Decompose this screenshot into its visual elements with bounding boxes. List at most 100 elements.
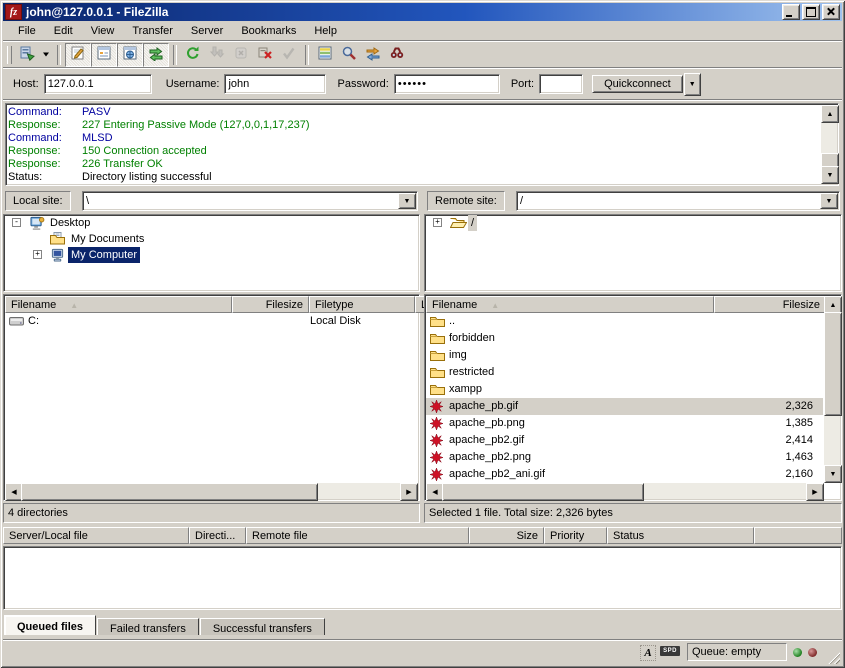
tree-item-desktop[interactable]: -Desktop bbox=[4, 215, 419, 231]
maximize-button[interactable] bbox=[802, 4, 820, 20]
column-header-filename[interactable]: Filename▲ bbox=[5, 296, 232, 313]
directory-comparison-icon bbox=[341, 45, 357, 64]
disconnect-button[interactable] bbox=[253, 44, 277, 66]
queue-body bbox=[3, 546, 842, 610]
synchronized-browsing-button[interactable] bbox=[361, 44, 385, 66]
toggle-remote-tree-button[interactable] bbox=[117, 43, 143, 67]
scroll-right-icon[interactable]: ▶ bbox=[806, 483, 824, 501]
file-row-restricted[interactable]: restricted bbox=[426, 364, 823, 381]
remote-vscrollbar-thumb[interactable] bbox=[824, 312, 842, 416]
file-row-..[interactable]: .. bbox=[426, 313, 823, 330]
message-log-lines: Command:PASVResponse:227 Entering Passiv… bbox=[8, 106, 819, 183]
quickconnect-dropdown-button[interactable]: ▼ bbox=[684, 73, 701, 96]
file-row-apache-pb2.png[interactable]: apache_pb2.png1,463 bbox=[426, 449, 823, 466]
column-header-filesize[interactable]: Filesize bbox=[232, 296, 309, 313]
file-name: apache_pb2.png bbox=[449, 449, 531, 466]
menu-help[interactable]: Help bbox=[305, 21, 346, 41]
menu-edit[interactable]: Edit bbox=[45, 21, 82, 41]
file-name: apache_pb2.gif bbox=[449, 432, 524, 449]
chevron-down-icon[interactable]: ▼ bbox=[820, 193, 838, 209]
scroll-up-icon[interactable]: ▲ bbox=[821, 105, 839, 123]
speed-limits-icon[interactable]: SPD bbox=[660, 646, 680, 656]
scroll-right-icon[interactable]: ▶ bbox=[400, 483, 418, 501]
menu-bookmarks[interactable]: Bookmarks bbox=[232, 21, 305, 41]
tab-failed-transfers[interactable]: Failed transfers bbox=[97, 618, 199, 635]
queue-column-priority[interactable]: Priority bbox=[544, 527, 607, 544]
file-row-forbidden[interactable]: forbidden bbox=[426, 330, 823, 347]
remote-site-combo[interactable]: / ▼ bbox=[516, 191, 840, 211]
tree-item--[interactable]: +/ bbox=[425, 215, 841, 231]
cancel-button[interactable] bbox=[229, 44, 253, 66]
tree-expander-plus-icon[interactable]: + bbox=[33, 250, 42, 259]
remote-hscrollbar[interactable]: ◀ ▶ bbox=[426, 483, 824, 499]
find-files-button[interactable] bbox=[385, 44, 409, 66]
tab-successful-transfers[interactable]: Successful transfers bbox=[200, 618, 325, 635]
menu-view[interactable]: View bbox=[82, 21, 124, 41]
menu-server[interactable]: Server bbox=[182, 21, 232, 41]
resize-grip[interactable] bbox=[827, 651, 840, 664]
chevron-down-icon[interactable]: ▼ bbox=[398, 193, 416, 209]
password-label: Password: bbox=[337, 78, 388, 90]
local-list-header: Filename▲FilesizeFiletypeL bbox=[5, 296, 445, 313]
file-row-apache-pb2.gif[interactable]: apache_pb2.gif2,414 bbox=[426, 432, 823, 449]
username-input[interactable]: john bbox=[224, 74, 326, 94]
remote-hscrollbar-thumb[interactable] bbox=[442, 483, 644, 501]
queue-column-size[interactable]: Size bbox=[469, 527, 544, 544]
directory-comparison-button[interactable] bbox=[337, 44, 361, 66]
scroll-down-icon[interactable]: ▼ bbox=[824, 465, 842, 483]
file-size: 2,160 bbox=[785, 466, 813, 483]
log-text: 226 Transfer OK bbox=[82, 158, 163, 170]
toggle-message-log-button[interactable] bbox=[65, 43, 91, 67]
reconnect-button[interactable] bbox=[277, 44, 301, 66]
queue-column-server-local-file[interactable]: Server/Local file bbox=[3, 527, 189, 544]
tree-item-my-documents[interactable]: My Documents bbox=[4, 231, 419, 247]
tree-expander-minus-icon[interactable]: - bbox=[12, 218, 21, 227]
log-scrollbar[interactable]: ▲ ▼ bbox=[821, 105, 837, 184]
queue-column-directi-[interactable]: Directi... bbox=[189, 527, 246, 544]
local-hscrollbar-thumb[interactable] bbox=[21, 483, 318, 501]
remote-vscrollbar[interactable]: ▲ ▼ bbox=[824, 296, 840, 483]
close-button[interactable] bbox=[822, 4, 840, 20]
file-row-xampp[interactable]: xampp bbox=[426, 381, 823, 398]
toolbar-grip[interactable] bbox=[7, 46, 12, 64]
port-input[interactable] bbox=[539, 74, 583, 94]
password-input[interactable]: •••••• bbox=[394, 74, 500, 94]
file-row-apache-pb.gif[interactable]: apache_pb.gif2,326 bbox=[426, 398, 823, 415]
quickconnect-button[interactable]: Quickconnect bbox=[592, 75, 683, 93]
toggle-local-tree-button[interactable] bbox=[91, 43, 117, 67]
host-input[interactable]: 127.0.0.1 bbox=[44, 74, 152, 94]
menu-transfer[interactable]: Transfer bbox=[123, 21, 182, 41]
toggle-queue-button[interactable] bbox=[143, 43, 169, 67]
process-queue-button[interactable] bbox=[205, 44, 229, 66]
queue-column-remote-file[interactable]: Remote file bbox=[246, 527, 469, 544]
filezilla-window: fz john@127.0.0.1 - FileZilla FileEditVi… bbox=[0, 0, 845, 668]
minimize-button[interactable] bbox=[782, 4, 800, 20]
site-manager-dropdown-button[interactable] bbox=[39, 44, 53, 66]
remote-tree: +/ bbox=[424, 214, 842, 292]
tree-expander-plus-icon[interactable]: + bbox=[433, 218, 442, 227]
file-name: apache_pb2_ani.gif bbox=[449, 466, 545, 483]
column-header-filename[interactable]: Filename▲ bbox=[426, 296, 714, 313]
log-text: MLSD bbox=[82, 132, 113, 144]
scroll-down-icon[interactable]: ▼ bbox=[821, 166, 839, 184]
find-files-icon bbox=[389, 45, 405, 64]
filter-button[interactable] bbox=[313, 44, 337, 66]
column-header-filetype[interactable]: Filetype bbox=[309, 296, 415, 313]
queue-column-status[interactable]: Status bbox=[607, 527, 754, 544]
tree-item-my-computer[interactable]: +My Computer bbox=[4, 247, 419, 263]
tab-queued-files[interactable]: Queued files bbox=[4, 615, 96, 635]
local-site-combo[interactable]: \ ▼ bbox=[82, 191, 418, 211]
transfer-type-icon[interactable]: A bbox=[640, 645, 656, 661]
file-row-img[interactable]: img bbox=[426, 347, 823, 364]
local-hscrollbar[interactable]: ◀ ▶ bbox=[5, 483, 418, 499]
file-row-apache-pb2-ani.gif[interactable]: apache_pb2_ani.gif 2,160 bbox=[426, 466, 823, 483]
site-manager-button[interactable] bbox=[15, 44, 39, 66]
file-row-apache-pb.png[interactable]: apache_pb.png1,385 bbox=[426, 415, 823, 432]
column-header-filesize[interactable]: Filesize bbox=[714, 296, 826, 313]
file-row-C-[interactable]: C:Local Disk bbox=[5, 313, 418, 330]
log-text: PASV bbox=[82, 106, 111, 118]
remote-list-header: Filename▲Filesize bbox=[426, 296, 826, 313]
menu-file[interactable]: File bbox=[9, 21, 45, 41]
refresh-button[interactable] bbox=[181, 44, 205, 66]
file-name: .. bbox=[449, 313, 455, 330]
